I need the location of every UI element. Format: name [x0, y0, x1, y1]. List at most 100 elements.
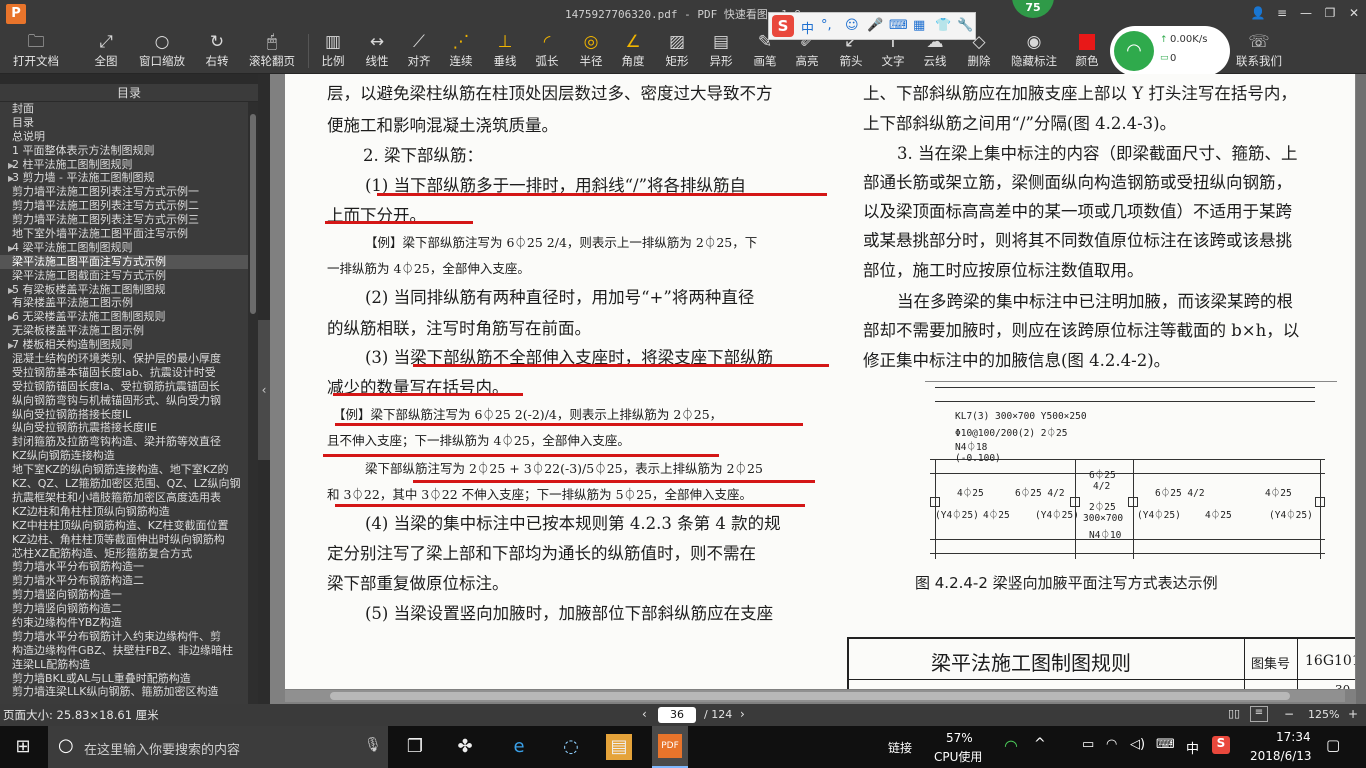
sogou-tray-icon[interactable]: S — [1212, 736, 1230, 754]
toc-item[interactable]: 剪力墙平法施工图列表注写方式示例三 — [0, 213, 248, 227]
sogou-logo-icon[interactable]: S — [772, 15, 794, 37]
toc-item[interactable]: 纵向受拉钢筋抗震搭接长度llE — [0, 421, 248, 435]
contact-us-button[interactable]: ☏ 联系我们 — [1232, 30, 1286, 72]
ie-browser-icon[interactable]: e — [506, 734, 532, 760]
toc-item[interactable]: 梁平法施工图截面注写方式示例 — [0, 269, 248, 283]
toc-item[interactable]: 剪力墙水平分布钢筋计入约束边缘构件、剪 — [0, 630, 248, 644]
taskbar-search[interactable]: ○ 在这里输入你要搜索的内容 🎙 — [48, 726, 388, 768]
emoji-icon[interactable]: ☺ — [845, 18, 859, 33]
align-button[interactable]: ⟋ 对齐 — [402, 30, 436, 72]
rectangle-button[interactable]: ▨ 矩形 — [660, 30, 694, 72]
volume-icon[interactable]: ◁) — [1130, 737, 1145, 752]
toc-item[interactable]: 无梁板楼盖平法施工图示例 — [0, 324, 248, 338]
toc-item[interactable]: 剪力墙BKL或AL与LL重叠时配筋构造 — [0, 672, 248, 686]
clock-time[interactable]: 17:34 — [1276, 730, 1311, 744]
wifi-tray-icon[interactable]: ◠ — [1004, 736, 1018, 755]
red-annotation-line[interactable] — [335, 423, 803, 426]
browser-app-icon[interactable]: ◌ — [558, 734, 584, 760]
expand-arrow-icon[interactable]: ▶ — [0, 242, 14, 255]
red-annotation-line[interactable] — [413, 480, 815, 483]
grid-icon[interactable]: ▦ — [913, 18, 925, 33]
microphone-icon[interactable]: 🎤 — [867, 18, 883, 33]
skin-icon[interactable]: 👕 — [935, 18, 951, 33]
single-page-view-icon[interactable]: ▯▯ — [1228, 707, 1240, 720]
task-view-icon[interactable]: ❐ — [402, 734, 428, 760]
rotate-right-button[interactable]: ↻ 右转 — [198, 30, 236, 72]
red-annotation-line[interactable] — [377, 193, 827, 196]
expand-arrow-icon[interactable]: ▶ — [0, 172, 14, 185]
toc-item[interactable]: ▶2 柱平法施工图制图规则 — [0, 158, 248, 172]
toc-item[interactable]: 剪力墙竖向钢筋构造二 — [0, 602, 248, 616]
toc-item[interactable]: 构造边缘构件GBZ、扶壁柱FBZ、非边缘暗柱 — [0, 644, 248, 658]
toc-item[interactable]: 混凝土结构的环境类别、保护层的最小厚度 — [0, 352, 248, 366]
network-icon[interactable]: ◠ — [1106, 737, 1117, 752]
continuous-view-icon[interactable]: ≡ — [1250, 706, 1268, 722]
color-button[interactable]: 颜色 — [1070, 30, 1104, 72]
keyboard-tray-icon[interactable]: ⌨ — [1156, 737, 1175, 752]
hide-annotations-button[interactable]: ◉ 隐藏标注 — [1006, 30, 1062, 72]
radius-button[interactable]: ◎ 半径 — [574, 30, 608, 72]
toc-item[interactable]: KZ中柱柱顶纵向钢筋构造、KZ柱变截面位置 — [0, 519, 248, 533]
toc-item[interactable]: KZ、QZ、LZ箍筋加密区范围、QZ、LZ纵向钢 — [0, 477, 248, 491]
clock-date[interactable]: 2018/6/13 — [1250, 749, 1312, 763]
pinwheel-app-icon[interactable]: ✤ — [452, 734, 478, 760]
toc-item[interactable]: ▶3 剪力墙 - 平法施工图制图规 — [0, 171, 248, 185]
angle-button[interactable]: ∠ 角度 — [616, 30, 650, 72]
continuous-button[interactable]: ⋰ 连续 — [444, 30, 478, 72]
toc-item[interactable]: 受拉钢筋基本锚固长度lab、抗震设计时受 — [0, 366, 248, 380]
toc-item[interactable]: 剪力墙竖向钢筋构造一 — [0, 588, 248, 602]
red-annotation-line[interactable] — [333, 393, 523, 396]
toc-item[interactable]: KZ纵向钢筋连接构造 — [0, 449, 248, 463]
pdf-viewer-taskbar-icon[interactable]: PDF — [652, 726, 688, 768]
expand-arrow-icon[interactable]: ▶ — [0, 311, 14, 324]
toc-item[interactable]: 芯柱XZ配筋构造、矩形箍筋复合方式 — [0, 547, 248, 561]
toc-item[interactable]: 地下室KZ的纵向钢筋连接构造、地下室KZ的 — [0, 463, 248, 477]
zoom-level[interactable]: 125% — [1308, 708, 1339, 721]
keyboard-icon[interactable]: ⌨ — [889, 18, 908, 33]
toc-list[interactable]: 封面 目录 总说明 1 平面整体表示方法制图规则 ▶2 柱平法施工图制图规则 ▶3 剪力墙… — [0, 102, 248, 704]
toc-item[interactable]: 抗震框架柱和小墙肢箍筋加密区高度选用表 — [0, 491, 248, 505]
microphone-icon[interactable]: 🎙 — [364, 737, 382, 753]
toc-item[interactable]: 纵向受拉钢筋搭接长度lL — [0, 408, 248, 422]
red-annotation-line[interactable] — [413, 364, 829, 367]
toc-item[interactable]: 梁平法施工图平面注写方式示例 — [0, 254, 248, 269]
wrench-icon[interactable]: 🔧 — [957, 18, 973, 33]
red-annotation-line[interactable] — [325, 221, 473, 224]
toc-item[interactable]: 剪力墙连梁LLK纵向钢筋、箍筋加密区构造 — [0, 685, 248, 699]
expand-arrow-icon[interactable]: ▶ — [0, 284, 14, 297]
toc-item[interactable]: ▶5 有梁板楼盖平法施工图制图规 — [0, 283, 248, 297]
prev-page-icon[interactable]: ‹ — [642, 707, 647, 721]
toc-item[interactable]: 有梁楼盖平法施工图示例 — [0, 296, 248, 310]
polygon-button[interactable]: ▤ 异形 — [704, 30, 738, 72]
user-icon[interactable]: 👤 — [1248, 4, 1268, 22]
zoom-in-icon[interactable]: + — [1348, 707, 1358, 721]
toc-item[interactable]: KZ边柱、角柱柱顶等截面伸出时纵向钢筋构 — [0, 533, 248, 547]
notepad-app-icon[interactable]: ▤ — [606, 734, 632, 760]
ime-toolbar[interactable]: S 中 °, ☺ 🎤 ⌨ ▦ 👕 🔧 — [768, 12, 976, 40]
ime-mode[interactable]: 中 — [801, 18, 814, 37]
toc-item[interactable]: 1 平面整体表示方法制图规则 — [0, 144, 248, 158]
expand-arrow-icon[interactable]: ▶ — [0, 159, 14, 172]
toc-item[interactable]: 约束边缘构件YBZ构造 — [0, 616, 248, 630]
wheel-page-button[interactable]: 🖱 滚轮翻页 — [244, 30, 300, 72]
toc-item[interactable]: 目录 — [0, 116, 248, 130]
toc-item[interactable]: ▶4 梁平法施工图制图规则 — [0, 241, 248, 255]
zoom-out-icon[interactable]: − — [1284, 707, 1294, 721]
minimize-button[interactable]: — — [1296, 4, 1316, 22]
perpendicular-button[interactable]: ⊥ 垂线 — [488, 30, 522, 72]
ime-punctuation[interactable]: °, — [821, 18, 832, 33]
notifications-icon[interactable]: ▢ — [1326, 736, 1340, 754]
arc-length-button[interactable]: ◜ 弧长 — [530, 30, 564, 72]
toc-item[interactable]: 封面 — [0, 102, 248, 116]
toc-scrollbar-thumb[interactable] — [250, 114, 256, 314]
red-annotation-line[interactable] — [323, 454, 719, 457]
toc-item[interactable]: 受拉钢筋锚固长度la、受拉钢筋抗震锚固长 — [0, 380, 248, 394]
battery-icon[interactable]: ▭ — [1082, 737, 1094, 752]
toc-item[interactable]: KZ边柱和角柱柱顶纵向钢筋构造 — [0, 505, 248, 519]
fit-all-button[interactable]: ⤢ 全图 — [86, 30, 126, 72]
restore-button[interactable]: ❐ — [1320, 4, 1340, 22]
toc-item[interactable]: ▶6 无梁楼盖平法施工图制图规则 — [0, 310, 248, 324]
toc-item[interactable]: 剪力墙水平分布钢筋构造二 — [0, 574, 248, 588]
close-button[interactable]: ✕ — [1344, 4, 1364, 22]
linear-button[interactable]: ↔ 线性 — [360, 30, 394, 72]
